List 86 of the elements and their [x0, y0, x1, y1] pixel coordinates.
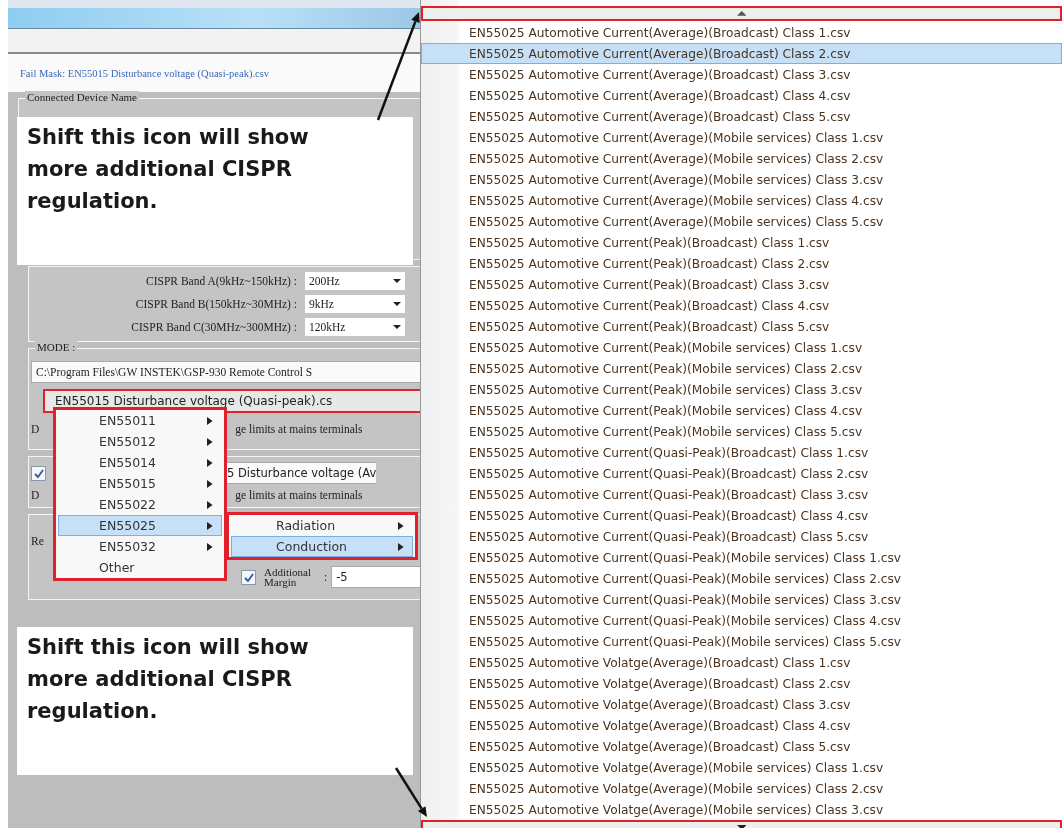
band-dropdown[interactable]: 200Hz — [305, 272, 405, 290]
annotation-callout: Shift this icon will show more additional CISPR regulation. — [17, 117, 413, 265]
submenu-arrow-icon — [398, 521, 404, 530]
menu-item[interactable]: EN55015 — [58, 473, 222, 494]
submenu-arrow-icon — [398, 542, 404, 551]
menu-item[interactable]: EN55025 Automotive Current(Quasi-Peak)(Broadcast) Class 1.csv — [421, 442, 1062, 463]
menu-item[interactable]: EN55025 Automotive Volatge(Average)(Broadcast) Class 2.csv — [421, 673, 1062, 694]
additional-margin-label: Additional Margin — [264, 567, 313, 587]
menu-item[interactable]: EN55025 Automotive Current(Quasi-Peak)(Mobile services) Class 4.csv — [421, 610, 1062, 631]
submenu-arrow-icon — [207, 437, 213, 446]
group-legend: MODE : — [35, 341, 78, 353]
group-legend: Connected Device Name — [25, 91, 139, 103]
description-text: ge limits at mains terminals — [235, 489, 363, 501]
menu-item[interactable]: EN55025 Automotive Current(Peak)(Broadcast) Class 4.csv — [421, 295, 1062, 316]
menu-item[interactable]: EN55025 Automotive Current(Average)(Broadcast) Class 2.csv — [421, 43, 1062, 64]
annotation-callout: Shift this icon will show more additional CISPR regulation. — [17, 627, 413, 775]
submenu-arrow-icon — [207, 479, 213, 488]
menu-item[interactable]: EN55025 Automotive Current(Average)(Broadcast) Class 1.csv — [421, 22, 1062, 43]
menu-item[interactable]: EN55025 Automotive Current(Peak)(Mobile services) Class 1.csv — [421, 337, 1062, 358]
group-label: Re — [31, 535, 44, 547]
menu-item[interactable]: EN55025 Automotive Current(Peak)(Mobile services) Class 3.csv — [421, 379, 1062, 400]
band-label: CISPR Band A(9kHz~150kHz) : — [145, 275, 297, 287]
menu-item[interactable]: EN55025 Automotive Current(Quasi-Peak)(Broadcast) Class 2.csv — [421, 463, 1062, 484]
menu-item[interactable]: EN55012 — [58, 431, 222, 452]
menu-item[interactable]: EN55025 Automotive Current(Quasi-Peak)(Broadcast) Class 4.csv — [421, 505, 1062, 526]
description-text: ge limits at mains terminals — [235, 423, 363, 435]
menu-item[interactable]: EN55025 Automotive Current(Average)(Broadcast) Class 3.csv — [421, 64, 1062, 85]
menu-item[interactable]: EN55014 — [58, 452, 222, 473]
submenu-arrow-icon — [207, 458, 213, 467]
path-field[interactable]: C:\Program Files\GW INSTEK\GSP-930 Remote Control S — [31, 361, 420, 383]
menu-item[interactable]: EN55025 Automotive Current(Peak)(Broadcast) Class 5.csv — [421, 316, 1062, 337]
scroll-down-icon — [736, 825, 747, 828]
menu-item[interactable]: EN55025 Automotive Volatge(Average)(Broadcast) Class 3.csv — [421, 694, 1062, 715]
menu-item[interactable]: EN55025 Automotive Current(Peak)(Broadcast) Class 1.csv — [421, 232, 1062, 253]
checkbox[interactable] — [241, 569, 256, 585]
scroll-up-button[interactable] — [421, 6, 1062, 21]
submenu-arrow-icon — [207, 416, 213, 425]
menu-item[interactable]: EN55025 Automotive Current(Quasi-Peak)(Mobile services) Class 3.csv — [421, 589, 1062, 610]
menu-item[interactable]: EN55011 — [58, 410, 222, 431]
menu-item[interactable]: EN55025 Automotive Current(Peak)(Mobile services) Class 4.csv — [421, 400, 1062, 421]
menu-item[interactable]: EN55025 Automotive Volatge(Average)(Broadcast) Class 4.csv — [421, 715, 1062, 736]
menu-item[interactable]: EN55025 Automotive Current(Quasi-Peak)(Mobile services) Class 5.csv — [421, 631, 1062, 652]
menu-item[interactable]: EN55032 — [58, 536, 222, 557]
menu-item[interactable]: EN55025 Automotive Current(Quasi-Peak)(Mobile services) Class 2.csv — [421, 568, 1062, 589]
description-text: D — [31, 423, 40, 435]
menu-item[interactable]: EN55025 Automotive Current(Average)(Broadcast) Class 4.csv — [421, 85, 1062, 106]
menu-item[interactable]: EN55025 Automotive Volatge(Average)(Mobile services) Class 2.csv — [421, 778, 1062, 799]
band-dropdown[interactable]: 9kHz — [305, 295, 405, 313]
menu-item[interactable]: EN55025 Automotive Volatge(Average)(Broadcast) Class 1.csv — [421, 652, 1062, 673]
menu-item[interactable]: EN55025 Automotive Current(Average)(Mobile services) Class 3.csv — [421, 169, 1062, 190]
band-label: CISPR Band C(30MHz~300MHz) : — [130, 321, 297, 333]
menu-item[interactable]: EN55025 Automotive Current(Quasi-Peak)(Mobile services) Class 1.csv — [421, 547, 1062, 568]
menu-item[interactable]: EN55025 Automotive Current(Peak)(Broadcast) Class 3.csv — [421, 274, 1062, 295]
menu-item[interactable]: EN55025 Automotive Volatge(Average)(Broadcast) Class 5.csv — [421, 736, 1062, 757]
menu-item[interactable]: EN55025 Automotive Current(Average)(Broadcast) Class 5.csv — [421, 106, 1062, 127]
menu-item[interactable]: EN55025 Automotive Current(Quasi-Peak)(Broadcast) Class 5.csv — [421, 526, 1062, 547]
annotation-arrow — [394, 767, 427, 817]
submenu-arrow-icon — [207, 542, 213, 551]
menu-item[interactable]: EN55025 Automotive Current(Peak)(Broadcast) Class 2.csv — [421, 253, 1062, 274]
band-label: CISPR Band B(150kHz~30MHz) : — [134, 298, 297, 310]
menu-item[interactable]: EN55025 Automotive Current(Average)(Mobile services) Class 1.csv — [421, 127, 1062, 148]
scroll-up-icon — [736, 11, 747, 16]
menu-item[interactable]: EN55025 Automotive Current(Peak)(Mobile services) Class 5.csv — [421, 421, 1062, 442]
description-text: D — [31, 489, 40, 501]
menu-item[interactable]: Other — [58, 557, 222, 578]
menu-item[interactable]: EN55022 — [58, 494, 222, 515]
fail-mask-link[interactable]: Fail Mask: EN55015 Disturbance voltage (Quasi-peak).csv — [20, 67, 270, 79]
margin-field[interactable]: -5 — [331, 566, 420, 588]
menu-item[interactable]: EN55025 Automotive Volatge(Average)(Mobile services) Class 1.csv — [421, 757, 1062, 778]
menu-item[interactable]: EN55025 Automotive Current(Average)(Mobile services) Class 4.csv — [421, 190, 1062, 211]
submenu-arrow-icon — [207, 521, 213, 530]
menu-item[interactable]: EN55025 Automotive Current(Average)(Mobile services) Class 5.csv — [421, 211, 1062, 232]
menu-item[interactable]: EN55025 — [58, 515, 222, 536]
menu-item[interactable]: EN55025 Automotive Current(Quasi-Peak)(Broadcast) Class 3.csv — [421, 484, 1062, 505]
dropdown-arrow-icon — [393, 279, 401, 283]
menu-item[interactable]: Conduction — [231, 536, 413, 557]
dropdown-arrow-icon — [393, 302, 401, 306]
menu-item[interactable]: EN55025 Automotive Volatge(Average)(Mobile services) Class 3.csv — [421, 799, 1062, 820]
separator-text: : — [324, 571, 328, 583]
dropdown-arrow-icon — [393, 325, 401, 329]
checkbox[interactable] — [31, 465, 46, 481]
band-dropdown[interactable]: 120kHz — [305, 318, 405, 336]
menu-item[interactable]: EN55025 Automotive Current(Peak)(Mobile services) Class 2.csv — [421, 358, 1062, 379]
menu-item[interactable]: EN55025 Automotive Current(Average)(Mobile services) Class 2.csv — [421, 148, 1062, 169]
submenu-arrow-icon — [207, 500, 213, 509]
menu-item[interactable]: Radiation — [231, 515, 413, 536]
